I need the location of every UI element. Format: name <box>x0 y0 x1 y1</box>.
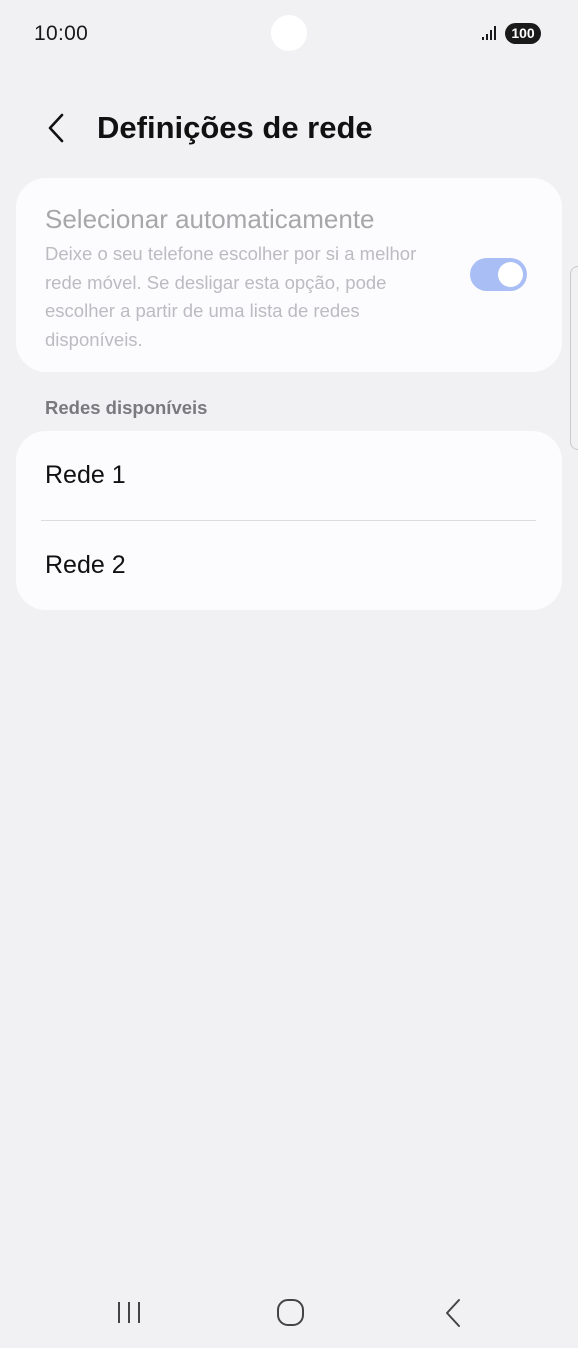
signal-icon <box>482 26 496 40</box>
network-list: Rede 1 Rede 2 <box>16 431 562 610</box>
page-header: Definições de rede <box>0 96 578 160</box>
status-bar: 10:00 100 <box>0 0 578 68</box>
recent-apps-icon <box>118 1302 140 1323</box>
home-button[interactable] <box>260 1290 320 1336</box>
network-item[interactable]: Rede 1 <box>16 431 562 521</box>
auto-select-description: Deixe o seu telefone escolher por si a m… <box>45 243 417 350</box>
network-item[interactable]: Rede 2 <box>16 521 562 611</box>
auto-select-toggle[interactable] <box>470 258 527 291</box>
back-icon <box>446 1299 460 1327</box>
camera-cutout <box>271 15 307 51</box>
navigation-bar <box>0 1276 578 1348</box>
network-label: Rede 2 <box>45 551 126 579</box>
scroll-indicator <box>570 266 578 450</box>
auto-select-title: Selecionar automaticamente <box>45 204 375 234</box>
home-icon <box>277 1299 304 1326</box>
battery-indicator: 100 <box>505 23 541 44</box>
toggle-knob <box>498 262 523 287</box>
page-title: Definições de rede <box>97 110 373 145</box>
recent-apps-button[interactable] <box>99 1290 159 1336</box>
chevron-left-icon <box>48 113 64 143</box>
network-label: Rede 1 <box>45 461 126 489</box>
available-networks-heading: Redes disponíveis <box>45 397 208 418</box>
nav-back-button[interactable] <box>423 1290 483 1336</box>
phone-screen: 10:00 100 Definições de rede Selecionar … <box>0 0 578 1348</box>
auto-select-card[interactable]: Selecionar automaticamente Deixe o seu t… <box>16 178 562 372</box>
back-button[interactable] <box>36 108 76 148</box>
status-time: 10:00 <box>34 22 89 45</box>
